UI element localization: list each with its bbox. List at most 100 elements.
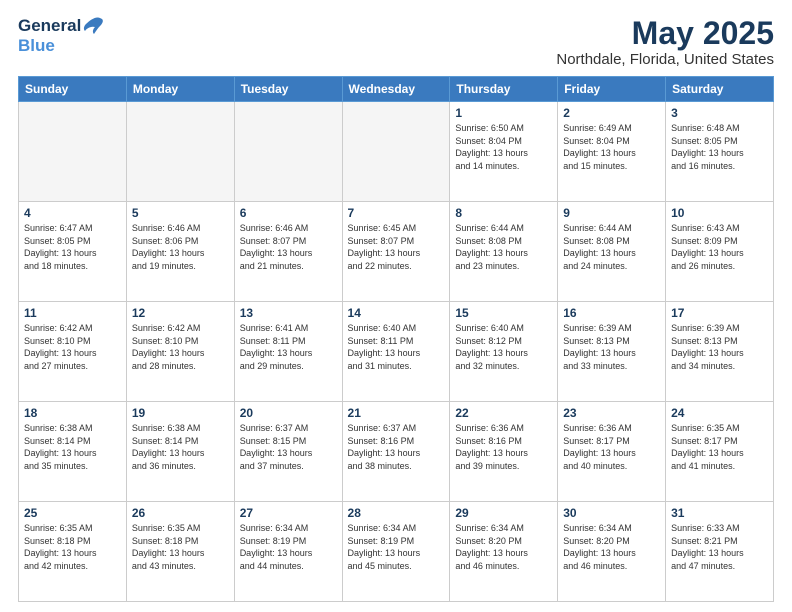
logo-general: General (18, 16, 81, 36)
day-info: Sunrise: 6:39 AM Sunset: 8:13 PM Dayligh… (563, 322, 660, 372)
day-number: 21 (348, 406, 445, 420)
calendar-cell: 11Sunrise: 6:42 AM Sunset: 8:10 PM Dayli… (19, 302, 127, 402)
day-header-sunday: Sunday (19, 77, 127, 102)
day-info: Sunrise: 6:35 AM Sunset: 8:18 PM Dayligh… (132, 522, 229, 572)
day-info: Sunrise: 6:44 AM Sunset: 8:08 PM Dayligh… (455, 222, 552, 272)
calendar-cell: 12 Sunrise: 6:42 AM Sunset: 8:10 PM Dayli… (126, 302, 234, 402)
day-number: 2 (563, 106, 660, 120)
day-number: 10 (671, 206, 768, 220)
title-block: May 2025 Northdale, Florida, United Stat… (556, 16, 774, 68)
calendar-cell: 16 Sunrise: 6:39 AM Sunset: 8:13 PM Dayli… (558, 302, 666, 402)
day-number: 1 (455, 106, 552, 120)
week-row-1: 4 Sunrise: 6:47 AM Sunset: 8:05 PM Daylig… (19, 202, 774, 302)
day-number: 11 (24, 306, 121, 320)
calendar-cell: 6 Sunrise: 6:46 AM Sunset: 8:07 PM Daylig… (234, 202, 342, 302)
calendar-cell: 5 Sunrise: 6:46 AM Sunset: 8:06 PM Daylig… (126, 202, 234, 302)
calendar-cell: 29Sunrise: 6:34 AM Sunset: 8:20 PM Dayli… (450, 502, 558, 602)
day-info: Sunrise: 6:38 AM Sunset: 8:14 PM Dayligh… (132, 422, 229, 472)
week-row-3: 18 Sunrise: 6:38 AM Sunset: 8:14 PM Dayli… (19, 402, 774, 502)
day-info: Sunrise: 6:50 AM Sunset: 8:04 PM Dayligh… (455, 122, 552, 172)
day-info: Sunrise: 6:49 AM Sunset: 8:04 PM Dayligh… (563, 122, 660, 172)
day-number: 16 (563, 306, 660, 320)
day-info: Sunrise: 6:44 AM Sunset: 8:08 PM Dayligh… (563, 222, 660, 272)
calendar-cell: 19 Sunrise: 6:38 AM Sunset: 8:14 PM Dayli… (126, 402, 234, 502)
calendar-header-row: SundayMondayTuesdayWednesdayThursdayFrid… (19, 77, 774, 102)
calendar-cell: 27Sunrise: 6:34 AM Sunset: 8:19 PM Dayli… (234, 502, 342, 602)
calendar-cell: 18 Sunrise: 6:38 AM Sunset: 8:14 PM Dayli… (19, 402, 127, 502)
day-info: Sunrise: 6:33 AM Sunset: 8:21 PM Dayligh… (671, 522, 768, 572)
day-info: Sunrise: 6:47 AM Sunset: 8:05 PM Dayligh… (24, 222, 121, 272)
calendar-cell: 15 Sunrise: 6:40 AM Sunset: 8:12 PM Dayli… (450, 302, 558, 402)
calendar-table: SundayMondayTuesdayWednesdayThursdayFrid… (18, 76, 774, 602)
day-info: Sunrise: 6:40 AM Sunset: 8:11 PM Dayligh… (348, 322, 445, 372)
day-number: 7 (348, 206, 445, 220)
calendar-cell: 3 Sunrise: 6:48 AM Sunset: 8:05 PM Daylig… (666, 102, 774, 202)
day-number: 13 (240, 306, 337, 320)
day-number: 29 (455, 506, 552, 520)
day-number: 19 (132, 406, 229, 420)
day-number: 30 (563, 506, 660, 520)
calendar-cell: 24 Sunrise: 6:35 AM Sunset: 8:17 PM Dayli… (666, 402, 774, 502)
day-number: 17 (671, 306, 768, 320)
day-info: Sunrise: 6:37 AM Sunset: 8:15 PM Dayligh… (240, 422, 337, 472)
day-number: 18 (24, 406, 121, 420)
day-info: Sunrise: 6:42 AM Sunset: 8:10 PM Dayligh… (132, 322, 229, 372)
day-number: 12 (132, 306, 229, 320)
calendar-cell (126, 102, 234, 202)
calendar-cell: 26 Sunrise: 6:35 AM Sunset: 8:18 PM Dayli… (126, 502, 234, 602)
day-header-wednesday: Wednesday (342, 77, 450, 102)
calendar-cell: 25Sunrise: 6:35 AM Sunset: 8:18 PM Dayli… (19, 502, 127, 602)
page: General Blue May 2025 Northdale, Florida… (0, 0, 792, 612)
day-number: 9 (563, 206, 660, 220)
day-info: Sunrise: 6:35 AM Sunset: 8:17 PM Dayligh… (671, 422, 768, 472)
day-number: 6 (240, 206, 337, 220)
day-number: 25 (24, 506, 121, 520)
day-info: Sunrise: 6:45 AM Sunset: 8:07 PM Dayligh… (348, 222, 445, 272)
calendar-cell: 2 Sunrise: 6:49 AM Sunset: 8:04 PM Daylig… (558, 102, 666, 202)
day-info: Sunrise: 6:41 AM Sunset: 8:11 PM Dayligh… (240, 322, 337, 372)
day-info: Sunrise: 6:39 AM Sunset: 8:13 PM Dayligh… (671, 322, 768, 372)
day-number: 5 (132, 206, 229, 220)
calendar-cell: 31 Sunrise: 6:33 AM Sunset: 8:21 PM Dayli… (666, 502, 774, 602)
day-header-monday: Monday (126, 77, 234, 102)
day-info: Sunrise: 6:40 AM Sunset: 8:12 PM Dayligh… (455, 322, 552, 372)
week-row-0: 1 Sunrise: 6:50 AM Sunset: 8:04 PM Daylig… (19, 102, 774, 202)
calendar-cell: 7 Sunrise: 6:45 AM Sunset: 8:07 PM Daylig… (342, 202, 450, 302)
calendar-cell: 13 Sunrise: 6:41 AM Sunset: 8:11 PM Dayli… (234, 302, 342, 402)
calendar-cell: 8Sunrise: 6:44 AM Sunset: 8:08 PM Daylig… (450, 202, 558, 302)
day-number: 22 (455, 406, 552, 420)
calendar-cell: 17 Sunrise: 6:39 AM Sunset: 8:13 PM Dayli… (666, 302, 774, 402)
day-header-tuesday: Tuesday (234, 77, 342, 102)
calendar-cell: 10 Sunrise: 6:43 AM Sunset: 8:09 PM Dayli… (666, 202, 774, 302)
calendar-cell: 20Sunrise: 6:37 AM Sunset: 8:15 PM Dayli… (234, 402, 342, 502)
calendar-cell: 30 Sunrise: 6:34 AM Sunset: 8:20 PM Dayli… (558, 502, 666, 602)
day-info: Sunrise: 6:43 AM Sunset: 8:09 PM Dayligh… (671, 222, 768, 272)
calendar-cell: 4 Sunrise: 6:47 AM Sunset: 8:05 PM Daylig… (19, 202, 127, 302)
calendar-cell: 9 Sunrise: 6:44 AM Sunset: 8:08 PM Daylig… (558, 202, 666, 302)
day-info: Sunrise: 6:34 AM Sunset: 8:20 PM Dayligh… (563, 522, 660, 572)
day-info: Sunrise: 6:36 AM Sunset: 8:16 PM Dayligh… (455, 422, 552, 472)
day-info: Sunrise: 6:38 AM Sunset: 8:14 PM Dayligh… (24, 422, 121, 472)
day-info: Sunrise: 6:46 AM Sunset: 8:07 PM Dayligh… (240, 222, 337, 272)
day-number: 28 (348, 506, 445, 520)
header: General Blue May 2025 Northdale, Florida… (18, 16, 774, 68)
day-number: 26 (132, 506, 229, 520)
calendar-body: 1 Sunrise: 6:50 AM Sunset: 8:04 PM Daylig… (19, 102, 774, 602)
day-number: 27 (240, 506, 337, 520)
calendar-cell: 1 Sunrise: 6:50 AM Sunset: 8:04 PM Daylig… (450, 102, 558, 202)
calendar-cell: 21 Sunrise: 6:37 AM Sunset: 8:16 PM Dayli… (342, 402, 450, 502)
week-row-4: 25 Sunrise: 6:35 AM Sunset: 8:18 PM Dayli… (19, 502, 774, 602)
day-number: 24 (671, 406, 768, 420)
day-info: Sunrise: 6:48 AM Sunset: 8:05 PM Dayligh… (671, 122, 768, 172)
calendar-cell (19, 102, 127, 202)
day-number: 15 (455, 306, 552, 320)
main-title: May 2025 (556, 16, 774, 51)
day-number: 31 (671, 506, 768, 520)
day-number: 4 (24, 206, 121, 220)
day-info: Sunrise: 6:46 AM Sunset: 8:06 PM Dayligh… (132, 222, 229, 272)
day-info: Sunrise: 6:37 AM Sunset: 8:16 PM Dayligh… (348, 422, 445, 472)
week-row-2: 11 Sunrise: 6:42 AM Sunset: 8:10 PM Dayli… (19, 302, 774, 402)
day-number: 14 (348, 306, 445, 320)
day-info: Sunrise: 6:36 AM Sunset: 8:17 PM Dayligh… (563, 422, 660, 472)
day-number: 3 (671, 106, 768, 120)
